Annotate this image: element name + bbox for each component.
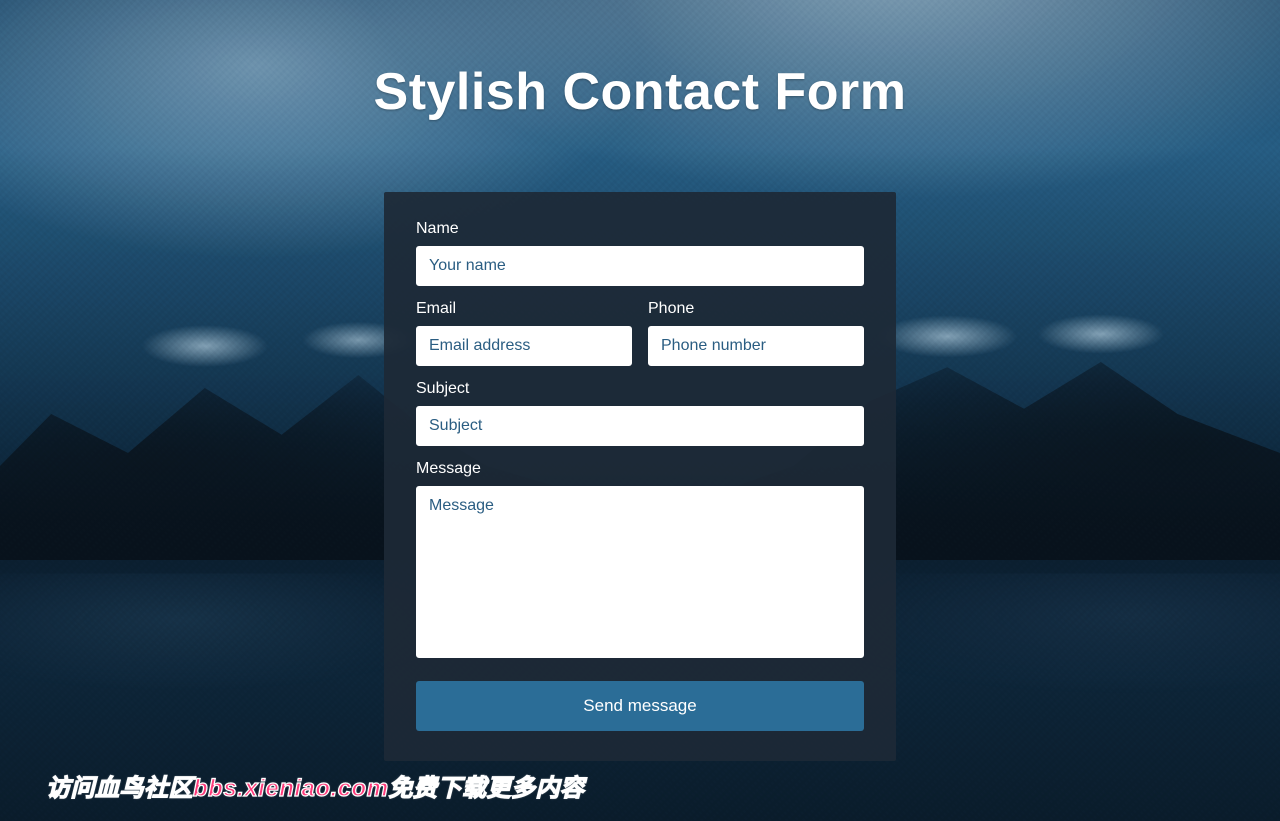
- name-label: Name: [416, 220, 864, 238]
- watermark-text: 访问血鸟社区bbs.xieniao.com免费下载更多内容: [46, 768, 585, 803]
- message-textarea[interactable]: [416, 486, 864, 658]
- message-label: Message: [416, 460, 864, 478]
- subject-input[interactable]: [416, 406, 864, 446]
- email-label: Email: [416, 300, 632, 318]
- subject-label: Subject: [416, 380, 864, 398]
- phone-input[interactable]: [648, 326, 864, 366]
- name-input[interactable]: [416, 246, 864, 286]
- contact-form-card: Name Email Phone Subject Message Send me…: [384, 192, 896, 761]
- phone-label: Phone: [648, 300, 864, 318]
- send-message-button[interactable]: Send message: [416, 681, 864, 731]
- page-title: Stylish Contact Form: [374, 62, 907, 122]
- email-input[interactable]: [416, 326, 632, 366]
